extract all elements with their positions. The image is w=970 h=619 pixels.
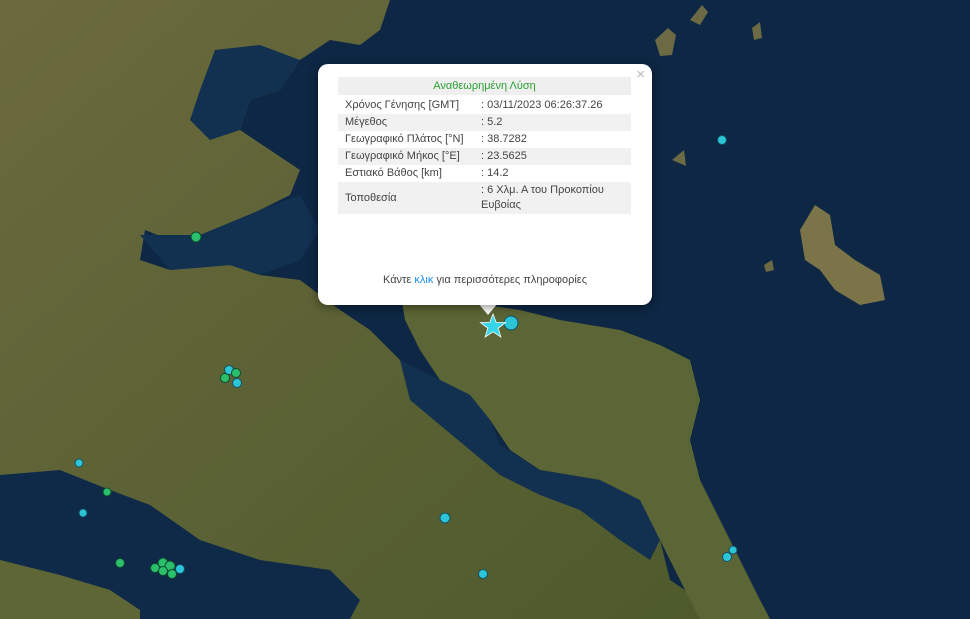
- quake-marker[interactable]: [439, 512, 451, 524]
- magnitude-value: : 5.2: [474, 114, 631, 131]
- more-info-suffix: για περισσότερες πληροφορίες: [436, 274, 587, 286]
- longitude-label: Γεωγραφικό Μήκος [°E]: [338, 148, 474, 165]
- quake-marker[interactable]: [115, 558, 125, 568]
- quake-marker[interactable]: [158, 566, 168, 576]
- location-value: : 6 Χλμ. Α του Προκοπίου Ευβοίας: [474, 182, 631, 214]
- longitude-value: : 23.5625: [474, 148, 631, 165]
- quake-marker[interactable]: [478, 569, 488, 579]
- table-row: Γεωγραφικό Μήκος [°E] : 23.5625: [338, 148, 631, 165]
- depth-label: Εστιακό Βάθος [km]: [345, 167, 442, 179]
- more-info-link[interactable]: κλικ: [414, 274, 433, 286]
- quake-marker[interactable]: [74, 458, 84, 468]
- table-row: Χρόνος Γένησης [GMT] : 03/11/2023 06:26:…: [338, 97, 631, 114]
- table-row: Μέγεθος : 5.2: [338, 114, 631, 131]
- quake-marker[interactable]: [175, 564, 185, 574]
- quake-marker[interactable]: [728, 545, 738, 555]
- quake-marker[interactable]: [102, 487, 112, 497]
- table-row: Γεωγραφικό Πλάτος [°N] : 38.7282: [338, 131, 631, 148]
- more-info-line: Κάντε κλικ για περισσότερες πληροφορίες: [318, 274, 652, 286]
- quake-marker[interactable]: [232, 378, 242, 388]
- popup-title: Αναθεωρημένη Λύση: [338, 77, 631, 95]
- origin-time-label: Χρόνος Γένησης [GMT]: [345, 99, 460, 111]
- latitude-label: Γεωγραφικό Πλάτος [°N]: [345, 133, 464, 145]
- quake-marker[interactable]: [231, 368, 241, 378]
- table-row: Τοποθεσία : 6 Χλμ. Α του Προκοπίου Ευβοί…: [338, 182, 631, 214]
- more-info-prefix: Κάντε: [383, 274, 412, 286]
- latitude-value: : 38.7282: [481, 133, 527, 145]
- table-row: Εστιακό Βάθος [km] : 14.2: [338, 165, 631, 182]
- quake-marker[interactable]: [717, 135, 727, 145]
- magnitude-label: Μέγεθος: [338, 114, 474, 131]
- quake-marker[interactable]: [167, 569, 177, 579]
- quake-marker[interactable]: [722, 552, 732, 562]
- origin-time-value: : 03/11/2023 06:26:37.26: [481, 99, 603, 111]
- location-label: Τοποθεσία: [338, 182, 474, 214]
- depth-value: : 14.2: [481, 167, 509, 179]
- quake-marker[interactable]: [220, 373, 230, 383]
- close-icon[interactable]: ×: [636, 67, 645, 82]
- event-popup: × Αναθεωρημένη Λύση Χρόνος Γένησης [GMT]…: [318, 64, 652, 305]
- event-details-table: Χρόνος Γένησης [GMT] : 03/11/2023 06:26:…: [338, 97, 631, 214]
- quake-marker[interactable]: [78, 508, 88, 518]
- quake-marker[interactable]: [190, 231, 202, 243]
- quake-marker[interactable]: [503, 315, 519, 331]
